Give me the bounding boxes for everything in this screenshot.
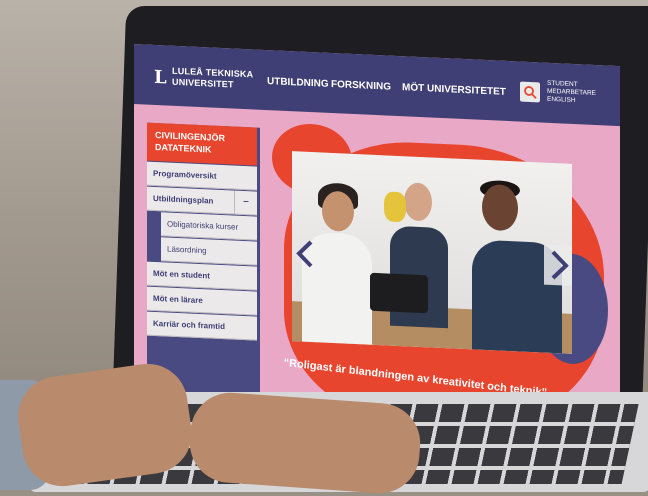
sidebar-item-utbildningsplan[interactable]: Utbildningsplan – [147, 186, 257, 216]
carousel-prev-button[interactable] [292, 235, 318, 272]
right-hand [187, 390, 423, 496]
sidebar-item-label: Programöversikt [153, 168, 217, 181]
sidebar-item-karriar-och-framtid[interactable]: Karriär och framtid [147, 311, 257, 341]
sidebar-item-label: Möt en lärare [153, 293, 203, 306]
sidebar-item-mot-en-student[interactable]: Möt en student [147, 261, 257, 291]
sidebar-item-obligatoriska-kurser[interactable]: Obligatoriska kurser [161, 212, 257, 241]
sidebar-item-label: Utbildningsplan [153, 193, 214, 206]
chevron-right-icon [551, 250, 569, 280]
university-logo[interactable]: LULEÅ TEKNISKA UNIVERSITET [172, 66, 253, 92]
nav-forskning[interactable]: FORSKNING [331, 79, 391, 93]
sidebar-item-label: Möt en student [153, 268, 210, 281]
sidebar-item-programoversikt[interactable]: Programöversikt [147, 161, 257, 191]
carousel-next-button[interactable] [544, 244, 572, 286]
nav-mot-universitetet[interactable]: MÖT UNIVERSITETET [402, 82, 506, 98]
3d-printer [370, 272, 428, 314]
university-logo-mark[interactable]: L [154, 67, 167, 89]
search-icon [524, 86, 537, 99]
collapse-toggle[interactable]: – [234, 190, 257, 215]
sidebar-item-label: Läsordning [167, 244, 207, 256]
laptop-screen: L LULEÅ TEKNISKA UNIVERSITET UTBILDNING … [134, 44, 620, 453]
nav-utbildning[interactable]: UTBILDNING [267, 76, 329, 90]
sidebar-item-mot-en-larare[interactable]: Möt en lärare [147, 286, 257, 316]
hero-carousel-image [292, 151, 572, 354]
chevron-left-icon [296, 240, 313, 268]
sidebar-item-label: Karriär och framtid [153, 318, 226, 332]
program-heading[interactable]: CIVILINGENJÖR DATATEKNIK [147, 122, 257, 166]
search-button[interactable] [520, 81, 540, 103]
sidebar-item-label: Obligatoriska kurser [167, 219, 239, 232]
sidebar-item-lasordning[interactable]: Läsordning [161, 237, 257, 266]
top-links: STUDENT MEDARBETARE ENGLISH [547, 80, 596, 106]
